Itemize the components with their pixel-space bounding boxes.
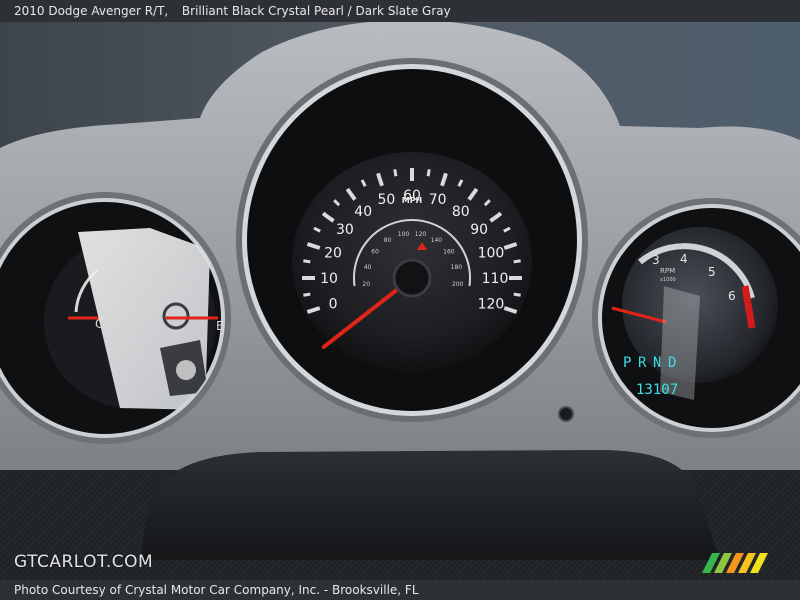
speedo-kmh-label: 160 bbox=[443, 249, 455, 256]
dashboard-photo: C E 01020304050 60 708090100110120 2040608… bbox=[0, 0, 800, 600]
speedo-tick bbox=[303, 292, 311, 297]
speedo-unit-label: MPH bbox=[402, 196, 423, 205]
speedo-kmh-label: 100 bbox=[398, 231, 410, 238]
speedo-tick bbox=[426, 169, 431, 177]
speedometer: 01020304050 60 708090100110120 20406080100… bbox=[236, 58, 588, 422]
speedo-mph-label: 40 bbox=[354, 204, 372, 220]
speedo-mph-label: 80 bbox=[452, 204, 470, 220]
speedo-kmh-label: 140 bbox=[431, 237, 443, 244]
speedo-kmh-label: 180 bbox=[451, 264, 463, 271]
odometer: 13107 bbox=[636, 382, 678, 398]
speedo-kmh-label: 40 bbox=[364, 264, 372, 271]
speedo-mph-label: 110 bbox=[482, 271, 509, 287]
speedo-kmh-label: 60 bbox=[371, 249, 379, 256]
speedo-mph-label: 90 bbox=[470, 222, 488, 238]
gear-letter: P bbox=[623, 355, 631, 371]
gear-letter: D bbox=[668, 355, 676, 371]
speedo-mph-label: 10 bbox=[320, 271, 338, 287]
tach-unit-label: RPM bbox=[660, 267, 675, 275]
watermark: GTCARLOT.COM bbox=[14, 552, 154, 572]
speedo-mph-label: 120 bbox=[478, 297, 505, 313]
speedo-tick bbox=[513, 292, 521, 297]
fuel-empty-label: E bbox=[216, 319, 224, 333]
speedo-mph-label: 100 bbox=[478, 245, 505, 261]
gear-letter: N bbox=[653, 355, 661, 371]
caption-color-info: Brilliant Black Crystal Pearl / Dark Sla… bbox=[181, 4, 451, 18]
photo-credit: Photo Courtesy of Crystal Motor Car Comp… bbox=[14, 583, 419, 597]
trip-reset-knob[interactable] bbox=[558, 406, 574, 422]
speedo-kmh-label: 80 bbox=[384, 237, 392, 244]
tach-label-5: 5 bbox=[708, 265, 716, 279]
speedo-mph-label: 30 bbox=[336, 222, 354, 238]
speedo-mph-label: 0 bbox=[329, 297, 338, 313]
gear-letter: R bbox=[638, 355, 647, 371]
speedo-needle-hub bbox=[392, 258, 432, 298]
speedo-tick bbox=[513, 259, 521, 264]
temp-cold-label: C bbox=[95, 317, 103, 331]
tach-unit-sub: x1000 bbox=[660, 277, 676, 283]
speedo-kmh-label: 20 bbox=[362, 281, 370, 288]
speedo-kmh-label: 120 bbox=[415, 231, 427, 238]
speedo-tick bbox=[303, 259, 311, 264]
speedo-tick bbox=[393, 169, 398, 177]
speedo-mph-label: 20 bbox=[324, 245, 342, 261]
speedo-mph-label: 70 bbox=[429, 192, 447, 208]
credit-bar: Photo Courtesy of Crystal Motor Car Comp… bbox=[0, 580, 800, 600]
tach-label-6: 6 bbox=[728, 289, 736, 303]
speedo-mph-label: 50 bbox=[377, 192, 395, 208]
caption-bar: 2010 Dodge Avenger R/T, Brilliant Black … bbox=[0, 0, 800, 22]
speedo-kmh-label: 200 bbox=[452, 281, 464, 288]
caption-title: 2010 Dodge Avenger R/T, bbox=[14, 4, 169, 18]
steering-column-shroud bbox=[140, 450, 720, 560]
tach-label-4: 4 bbox=[680, 252, 688, 266]
tach-label-3: 3 bbox=[652, 253, 660, 267]
